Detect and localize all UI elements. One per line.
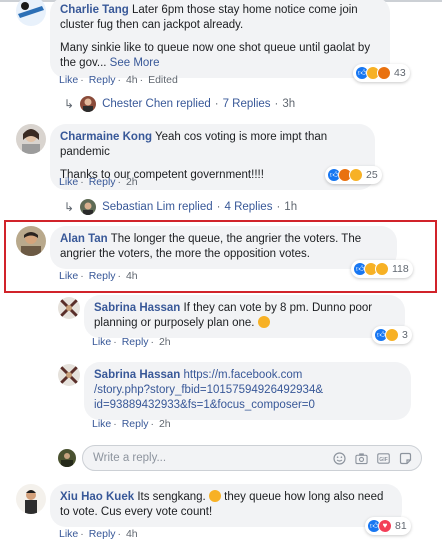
- see-more-link[interactable]: See More: [110, 57, 160, 69]
- comment-actions: Like · Reply · 2h: [59, 176, 138, 188]
- comment-link[interactable]: id=93889432933&fs=1&focus_composer=0: [94, 399, 315, 411]
- comment-time[interactable]: 2h: [159, 336, 171, 348]
- comment-link[interactable]: /story.php?story_fbid=10157594926492934&: [94, 384, 323, 396]
- sticker-icon[interactable]: [399, 452, 412, 465]
- avatar[interactable]: [16, 124, 46, 154]
- reply-link[interactable]: Reply: [89, 528, 116, 540]
- wow-reaction-icon: [375, 262, 389, 276]
- comment-bubble: Charlie Tang Later 6pm those stay home n…: [50, 0, 390, 78]
- reaction-summary[interactable]: 👍︎ ♥︎ 81: [365, 517, 411, 535]
- comment-time[interactable]: 2h: [159, 418, 171, 430]
- comment-link[interactable]: https://m.facebook.com: [184, 369, 303, 381]
- reply-link[interactable]: Reply: [122, 336, 149, 348]
- reply-arrow-icon: ↳: [64, 200, 75, 214]
- reply-link[interactable]: Reply: [89, 176, 116, 188]
- avatar[interactable]: [16, 226, 46, 256]
- reply-composer[interactable]: GIF: [82, 445, 422, 471]
- comment-bubble: Xiu Hao Kuek Its sengkang. they queue ho…: [50, 484, 402, 527]
- comment-bubble: Alan Tan The longer the queue, the angri…: [50, 226, 397, 269]
- comment-text: Its sengkang.: [137, 491, 206, 503]
- view-replies[interactable]: ↳ Sebastian Lim replied · 4 Replies · 1h: [64, 199, 297, 215]
- comment-actions: Like · Reply · 2h: [92, 418, 171, 430]
- avatar[interactable]: [16, 0, 46, 26]
- comment-author[interactable]: Charmaine Kong: [60, 131, 152, 143]
- avatar[interactable]: [58, 297, 80, 319]
- comment-time[interactable]: 4h: [126, 270, 138, 282]
- comment-text: Many sinkie like to queue now one shot q…: [60, 42, 371, 69]
- reply-input[interactable]: [93, 452, 333, 464]
- view-replies[interactable]: ↳ Chester Chen replied · 7 Replies · 3h: [64, 96, 295, 112]
- worried-emoji-icon: [257, 316, 270, 328]
- avatar: [80, 96, 97, 112]
- reaction-count: 81: [395, 520, 407, 532]
- angry-reaction-icon: [377, 66, 391, 80]
- reaction-summary[interactable]: 👍︎ 3: [372, 326, 412, 344]
- comment-time[interactable]: 4h: [126, 74, 138, 86]
- like-link[interactable]: Like: [59, 270, 78, 282]
- reaction-summary[interactable]: 👍︎ 118: [351, 260, 413, 278]
- reply-count[interactable]: 7 Replies: [223, 98, 271, 110]
- like-link[interactable]: Like: [92, 418, 111, 430]
- reply-link[interactable]: Reply: [122, 418, 149, 430]
- comment-time[interactable]: 2h: [126, 176, 138, 188]
- reaction-summary[interactable]: 👍︎ 43: [353, 64, 410, 82]
- reaction-count: 118: [392, 263, 409, 275]
- replier-text[interactable]: Chester Chen replied: [102, 98, 211, 110]
- comment-author[interactable]: Xiu Hao Kuek: [60, 491, 134, 503]
- reaction-count: 25: [366, 169, 378, 181]
- comment-actions: Like · Reply · 4h: [59, 270, 138, 282]
- svg-text:GIF: GIF: [379, 456, 388, 462]
- comment-actions: Like · Reply · 4h · Edited: [59, 74, 178, 86]
- comment-author[interactable]: Alan Tan: [60, 233, 108, 245]
- avatar: [58, 449, 76, 467]
- comment-author[interactable]: Sabrina Hassan: [94, 302, 180, 314]
- reply-link[interactable]: Reply: [89, 270, 116, 282]
- haha-reaction-icon: [349, 168, 363, 182]
- avatar[interactable]: [16, 484, 46, 514]
- comment-author[interactable]: Sabrina Hassan: [94, 369, 180, 381]
- emoji-icon[interactable]: [333, 451, 346, 465]
- sad-reaction-icon: [385, 328, 399, 342]
- edited-label[interactable]: Edited: [148, 74, 178, 86]
- like-link[interactable]: Like: [59, 528, 78, 540]
- reaction-count: 3: [402, 329, 408, 341]
- reply-link[interactable]: Reply: [89, 74, 116, 86]
- replies-time: 3h: [282, 98, 296, 110]
- comment-time[interactable]: 4h: [126, 528, 138, 540]
- love-reaction-icon: ♥︎: [378, 519, 392, 533]
- avatar: [80, 199, 97, 215]
- comment-author[interactable]: Charlie Tang: [60, 4, 129, 16]
- like-link[interactable]: Like: [59, 176, 78, 188]
- avatar[interactable]: [58, 364, 80, 386]
- comment-bubble: Sabrina Hassan https://m.facebook.com /s…: [84, 362, 411, 420]
- comment-bubble: Sabrina Hassan If they can vote by 8 pm.…: [84, 295, 405, 338]
- like-link[interactable]: Like: [59, 74, 78, 86]
- reply-count[interactable]: 4 Replies: [225, 201, 273, 213]
- reply-arrow-icon: ↳: [64, 97, 75, 111]
- composer-tools: GIF: [333, 451, 421, 465]
- replier-text[interactable]: Sebastian Lim replied: [102, 201, 213, 213]
- comment-actions: Like · Reply · 4h: [59, 528, 138, 540]
- gif-icon[interactable]: GIF: [377, 452, 390, 465]
- reaction-count: 43: [394, 67, 406, 79]
- comment-actions: Like · Reply · 2h: [92, 336, 171, 348]
- replies-time: 1h: [284, 201, 298, 213]
- like-link[interactable]: Like: [92, 336, 111, 348]
- camera-icon[interactable]: [355, 452, 368, 465]
- reaction-summary[interactable]: 👍︎ 25: [325, 166, 382, 184]
- smile-emoji-icon: [208, 490, 221, 502]
